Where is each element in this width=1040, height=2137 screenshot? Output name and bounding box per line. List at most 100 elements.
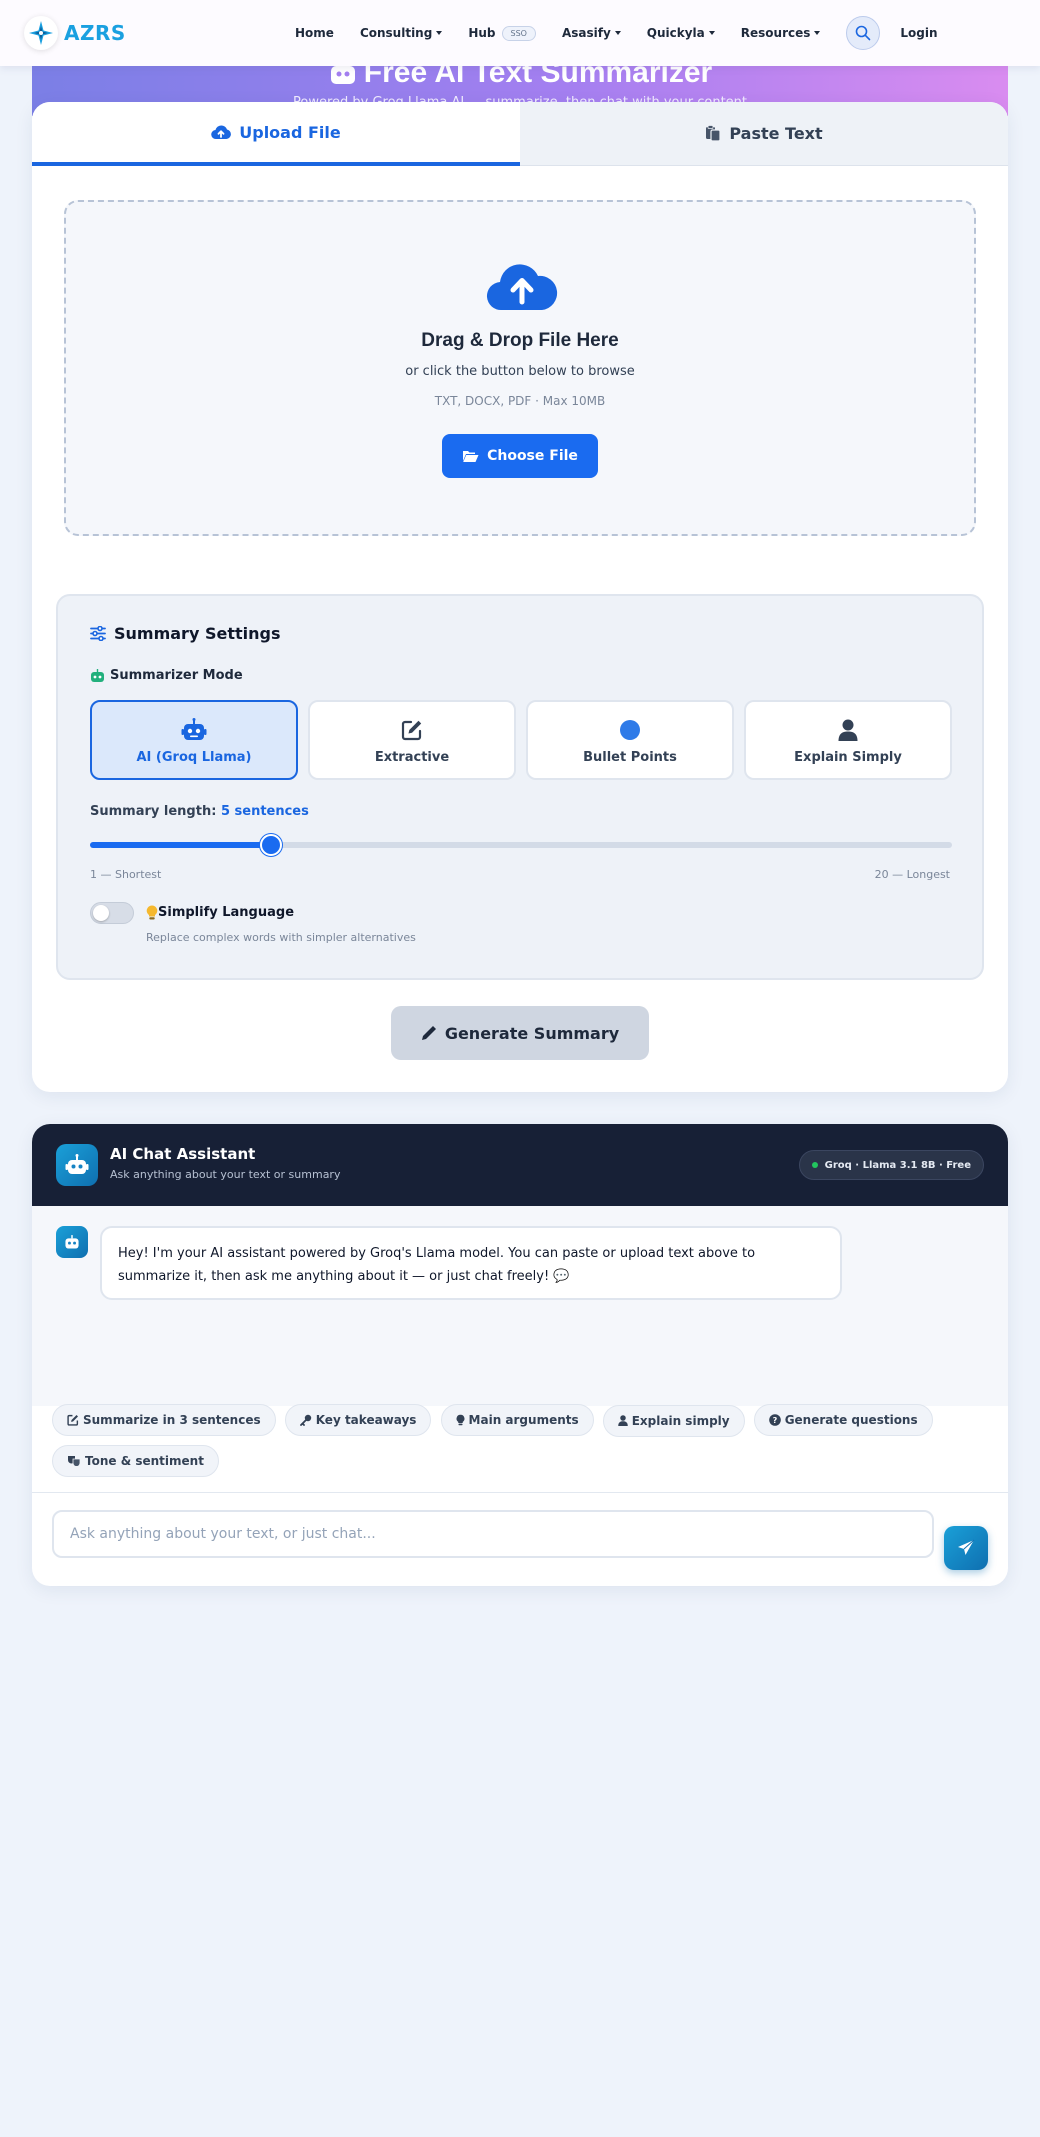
robot-icon <box>65 1235 79 1249</box>
bot-avatar <box>56 1226 88 1258</box>
dropzone-file-types: TXT, DOCX, PDF · Max 10MB <box>434 394 606 408</box>
nav-label-quickyla: Quickyla <box>646 26 705 40</box>
paper-plane-icon <box>958 1539 975 1555</box>
mode-option-explain-simply[interactable]: Explain Simply <box>744 700 952 780</box>
chip-label: Summarize in 3 sentences <box>83 1413 261 1427</box>
summary-length-value: 5 sentences <box>220 804 309 819</box>
tab-upload-file[interactable]: Upload File <box>32 102 520 166</box>
choose-file-label: Choose File <box>487 448 578 464</box>
status-dot-icon <box>811 1162 818 1168</box>
login-link[interactable]: Login <box>900 26 937 40</box>
robot-icon <box>65 1154 89 1174</box>
mode-option-bullet-points-label: Bullet Points <box>583 749 677 765</box>
chip-label: Generate questions <box>784 1413 918 1427</box>
nav-label-hub: Hub <box>468 26 496 40</box>
mode-option-extractive[interactable]: Extractive <box>308 700 516 780</box>
svg-text:?: ? <box>772 1416 777 1425</box>
mode-option-ai-label: AI (Groq Llama) <box>136 749 252 765</box>
model-badge: Groq · Llama 3.1 8B · Free <box>798 1150 984 1180</box>
brand-logo[interactable]: AZRS <box>24 16 126 50</box>
caret-down-icon <box>814 31 821 35</box>
caret-down-icon <box>614 31 621 35</box>
caret-down-icon <box>708 31 715 35</box>
nav-label-resources: Resources <box>740 26 811 40</box>
file-dropzone[interactable]: Drag & Drop File Here or click the butto… <box>64 200 976 536</box>
summarizer-card: Upload File Paste Text Drag & Drop File … <box>32 102 1008 1092</box>
nav-item-resources[interactable]: Resources <box>741 26 821 40</box>
chip-generate-questions[interactable]: ? Generate questions <box>753 1404 933 1436</box>
tab-paste-text[interactable]: Paste Text <box>520 102 1008 166</box>
chat-divider <box>32 1492 1008 1493</box>
caret-down-icon <box>436 31 443 35</box>
nav-label-asasify: Asasify <box>561 26 611 40</box>
robot-icon <box>91 669 104 682</box>
main-menu: Home Consulting Hub SSO Asasify Quickyla … <box>295 0 964 66</box>
chip-tone-sentiment[interactable]: Tone & sentiment <box>52 1444 219 1477</box>
summary-length-slider[interactable] <box>90 834 952 856</box>
mode-option-bullet-points[interactable]: Bullet Points <box>526 700 734 780</box>
search-button[interactable] <box>846 16 881 50</box>
chip-main-arguments[interactable]: Main arguments <box>440 1404 594 1436</box>
user-icon <box>617 1415 628 1426</box>
chat-header: AI Chat Assistant Ask anything about you… <box>32 1124 1008 1206</box>
robot-icon <box>181 717 207 740</box>
chip-label: Key takeaways <box>315 1413 417 1427</box>
folder-open-icon <box>463 451 479 462</box>
nav-item-consulting[interactable]: Consulting <box>359 26 443 40</box>
simplify-language-toggle[interactable] <box>90 902 134 924</box>
summary-length-text: Summary length: <box>90 804 217 819</box>
mode-label-text: Summarizer Mode <box>110 668 243 683</box>
nav-item-home[interactable]: Home <box>295 26 334 40</box>
paste-icon <box>706 125 721 142</box>
input-tabs: Upload File Paste Text <box>32 102 1008 166</box>
slider-fill <box>90 842 272 848</box>
tab-upload-label: Upload File <box>239 122 341 142</box>
chip-key-takeaways[interactable]: Key takeaways <box>284 1404 432 1436</box>
user-icon <box>838 719 858 741</box>
dropzone-title: Drag & Drop File Here <box>421 330 619 351</box>
chat-subtitle: Ask anything about your text or summary <box>110 1168 341 1181</box>
mode-label: Summarizer Mode <box>90 668 243 683</box>
chip-summarize[interactable]: Summarize in 3 sentences <box>52 1404 276 1436</box>
search-icon <box>856 25 871 41</box>
send-button[interactable] <box>944 1526 988 1570</box>
lightbulb-icon <box>456 1414 465 1426</box>
mode-option-ai[interactable]: AI (Groq Llama) <box>90 700 298 780</box>
bot-message-bubble: Hey! I'm your AI assistant powered by Gr… <box>100 1226 842 1300</box>
nav-item-hub[interactable]: Hub SSO <box>468 25 536 41</box>
mode-selector: AI (Groq Llama) Extractive Bullet Points… <box>90 700 952 780</box>
cloud-upload-icon <box>486 264 558 311</box>
sliders-icon <box>90 626 106 641</box>
simplify-language-text: Simplify Language <box>158 905 295 920</box>
ai-chat-card: AI Chat Assistant Ask anything about you… <box>32 1124 1008 1586</box>
lightbulb-icon <box>146 905 158 920</box>
toggle-knob <box>93 905 109 921</box>
generate-summary-label: Generate Summary <box>444 1023 620 1043</box>
generate-summary-button[interactable]: Generate Summary <box>391 1006 649 1060</box>
key-icon <box>299 1414 311 1426</box>
chip-explain-simply[interactable]: Explain simply <box>602 1404 745 1437</box>
edit-icon <box>401 720 422 740</box>
chat-title: AI Chat Assistant <box>110 1145 256 1163</box>
summary-settings-panel: Summary Settings Summarizer Mode AI (Gro… <box>56 594 984 980</box>
slider-thumb[interactable] <box>260 834 283 856</box>
nav-item-quickyla[interactable]: Quickyla <box>647 26 715 40</box>
nav-label-consulting: Consulting <box>359 26 433 40</box>
nav-item-asasify[interactable]: Asasify <box>562 26 621 40</box>
dropzone-subtitle: or click the button below to browse <box>405 364 635 379</box>
pencil-icon <box>421 1026 436 1040</box>
slider-min-label: 1 — Shortest <box>90 868 162 881</box>
simplify-language-description: Replace complex words with simpler alter… <box>146 931 416 944</box>
simplify-language-label: Simplify Language <box>146 905 294 920</box>
chat-input[interactable] <box>52 1510 934 1558</box>
brand-name: AZRS <box>64 21 126 45</box>
settings-title-text: Summary Settings <box>114 624 281 643</box>
settings-title: Summary Settings <box>90 624 280 643</box>
top-navbar: AZRS Home Consulting Hub SSO Asasify Quic… <box>0 0 1040 66</box>
model-badge-text: Groq · Llama 3.1 8B · Free <box>824 1159 971 1171</box>
question-icon: ? <box>768 1414 781 1426</box>
edit-icon <box>67 1414 79 1426</box>
chip-label: Explain simply <box>631 1413 730 1428</box>
chip-label: Main arguments <box>468 1413 579 1427</box>
choose-file-button[interactable]: Choose File <box>442 434 598 478</box>
